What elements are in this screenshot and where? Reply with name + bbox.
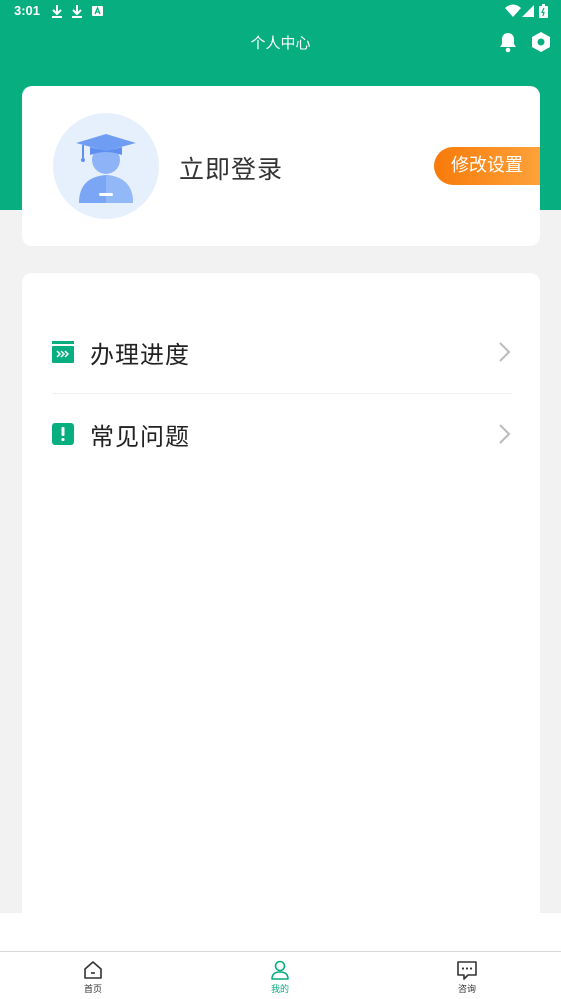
status-time: 3:01 (14, 3, 41, 18)
avatar[interactable] (53, 113, 159, 219)
chat-icon (457, 961, 477, 980)
faq-icon (52, 423, 74, 445)
menu-item-label: 办理进度 (90, 341, 190, 369)
login-prompt[interactable]: 立即登录 (179, 150, 283, 186)
nav-label: 咨询 (457, 985, 476, 995)
student-avatar-icon (76, 134, 136, 203)
profile-card: 立即登录 修改设置 (22, 86, 540, 246)
bottom-nav: 首页 我的 咨询 (0, 951, 561, 999)
progress-icon (52, 341, 74, 363)
settings-hex-icon[interactable] (529, 30, 553, 54)
status-bar: 3:01 (0, 0, 561, 24)
page-title: 个人中心 (250, 34, 311, 52)
home-icon (84, 961, 102, 979)
battery-icon (539, 4, 548, 18)
content-bottom-strip (0, 913, 561, 951)
nav-mine[interactable]: 我的 (220, 952, 340, 999)
download-icon (72, 5, 82, 18)
modify-settings-button[interactable]: 修改设置 (434, 147, 540, 185)
nav-label: 我的 (270, 985, 289, 995)
menu-item-label: 常见问题 (90, 423, 190, 451)
menu-item-progress[interactable]: 办理进度 (22, 313, 540, 393)
wifi-icon (505, 4, 521, 17)
nav-consult[interactable]: 咨询 (407, 952, 527, 999)
chevron-right-icon (499, 342, 511, 362)
signal-icon (522, 5, 534, 17)
menu-card: 办理进度 常见问题 (22, 273, 540, 913)
nav-label: 首页 (83, 985, 102, 995)
nav-home[interactable]: 首页 (33, 952, 153, 999)
download-icon (52, 5, 62, 18)
divider (52, 393, 512, 394)
menu-item-faq[interactable]: 常见问题 (22, 395, 540, 475)
user-icon (271, 960, 289, 980)
font-icon (92, 6, 103, 16)
bell-icon[interactable] (496, 30, 520, 54)
chevron-right-icon (499, 424, 511, 444)
